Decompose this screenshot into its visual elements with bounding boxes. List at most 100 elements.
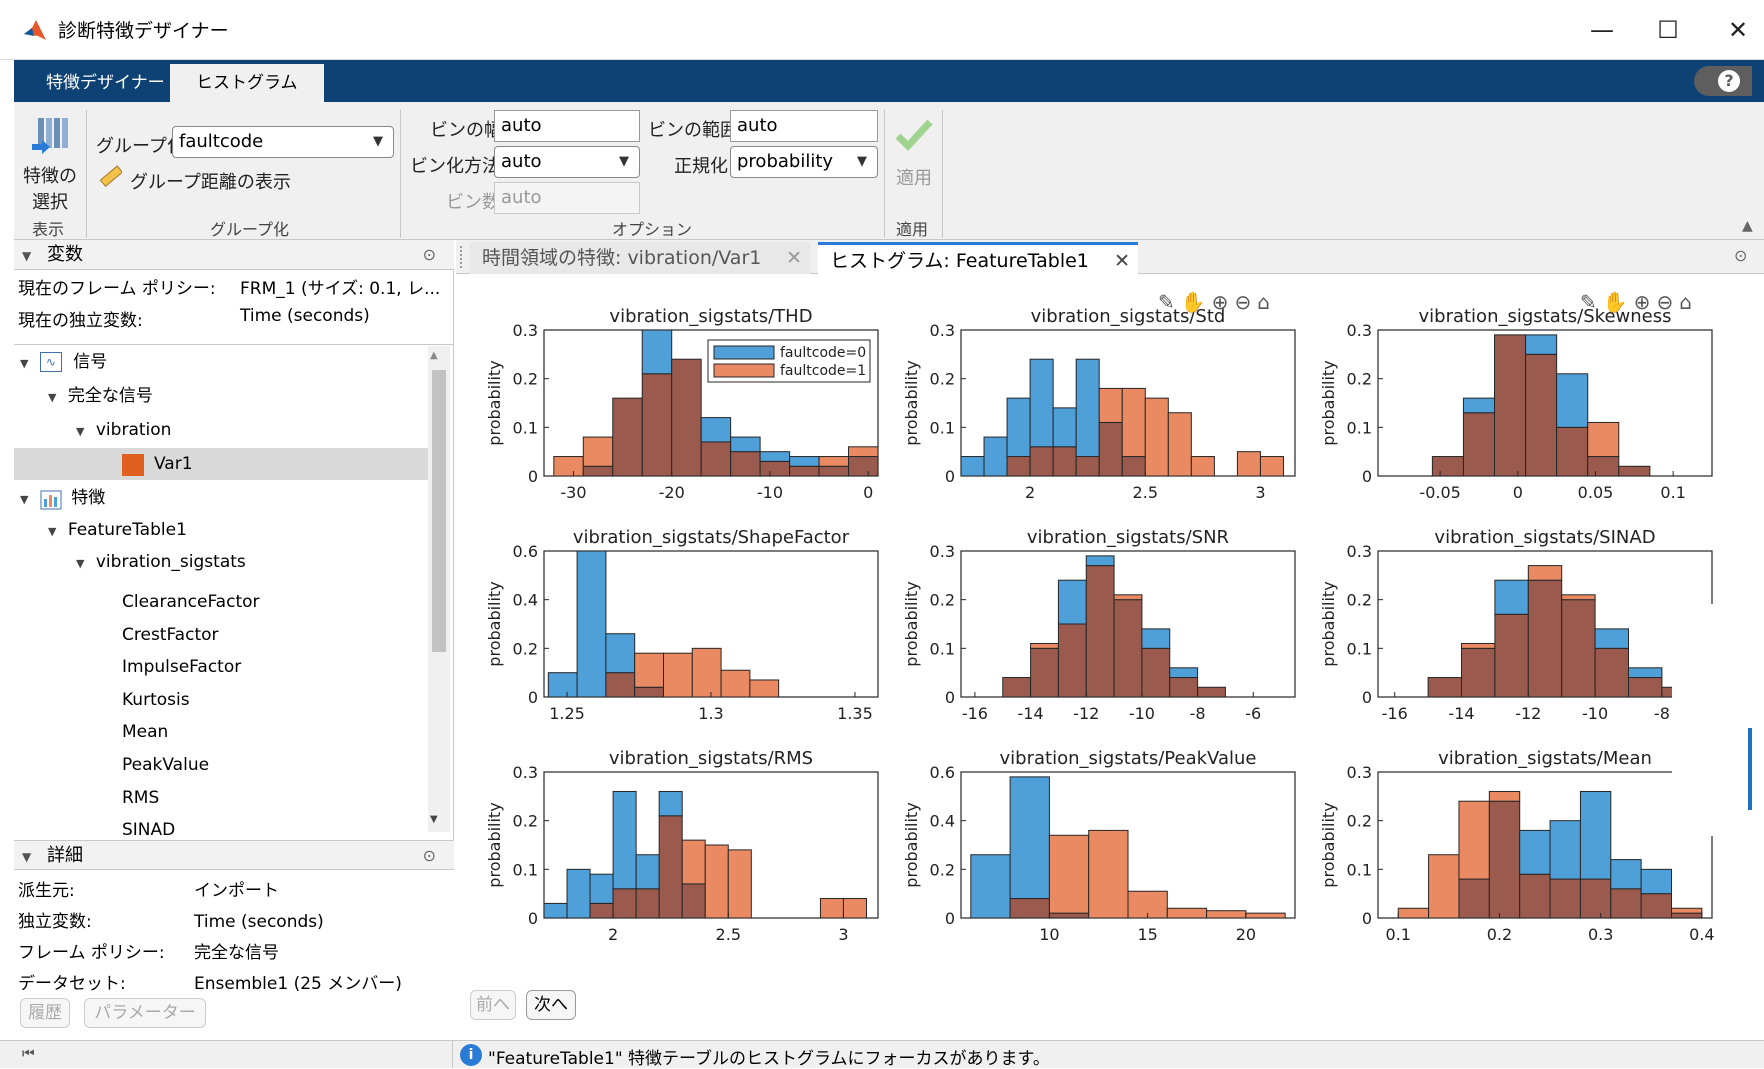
histogram-bar-overlap	[700, 441, 732, 477]
x-tick-label: -14	[1448, 704, 1474, 723]
doc-tab-time-features[interactable]: 時間領域の特徴: vibration/Var1 ✕	[470, 242, 810, 274]
x-tick-label: -16	[962, 704, 988, 723]
x-tick-label: 2	[1025, 483, 1035, 502]
histogram-bar-faultcode0	[789, 456, 820, 467]
histogram-axes: vibration_sigstats/RMS probability 0 0.1 0.2…	[485, 748, 879, 944]
close-tab-icon[interactable]: ✕	[786, 242, 802, 274]
histogram-bar-overlap	[759, 460, 791, 477]
tree-node-signals[interactable]: ▼ ∿ 信号	[20, 346, 107, 378]
brush-icon[interactable]: ✎	[1580, 290, 1603, 314]
drag-handle-icon[interactable]	[460, 246, 470, 268]
select-features-button[interactable]: 特徴の 選択	[14, 162, 86, 214]
apply-button[interactable]: 適用	[896, 164, 932, 190]
select-features-icon	[28, 114, 72, 158]
bin-range-field[interactable]: auto	[730, 110, 878, 142]
y-tick-label: 0	[1362, 688, 1372, 707]
num-bins-field[interactable]: auto	[494, 182, 640, 214]
apply-group-label: 適用	[896, 220, 929, 239]
chart-title: vibration_sigstats/PeakValue	[1000, 748, 1257, 769]
pan-icon[interactable]: ✋	[1603, 290, 1634, 314]
variable-color-icon	[122, 454, 144, 476]
pan-icon[interactable]: ✋	[1181, 290, 1212, 314]
y-tick-label: 0	[945, 909, 955, 928]
histogram-grid: vibration_sigstats/THD probability 0 0.1 0.2…	[485, 306, 1715, 944]
histogram-bar-faultcode0	[1628, 667, 1663, 679]
y-tick-label: 0.1	[1347, 418, 1372, 437]
y-axis-label: probability	[1319, 581, 1338, 666]
tree-node-var1[interactable]: Var1	[14, 448, 428, 480]
zoom-out-icon[interactable]: ⊖	[1234, 290, 1257, 314]
histogram-bar-overlap	[789, 465, 820, 477]
histogram-bar-overlap	[1561, 599, 1596, 698]
zoom-in-icon[interactable]: ⊕	[1634, 290, 1657, 314]
tree-node-sigstats[interactable]: ▼ vibration_sigstats	[76, 546, 246, 578]
histogram-bar-overlap	[818, 465, 850, 477]
group-by-dropdown[interactable]: faultcode ▼	[172, 126, 394, 158]
feature-item[interactable]: PeakValue	[122, 749, 260, 782]
feature-item[interactable]: RMS	[122, 782, 260, 815]
parameters-button[interactable]: パラメーター	[84, 998, 206, 1028]
zoom-out-icon[interactable]: ⊖	[1656, 290, 1679, 314]
feature-item[interactable]: CrestFactor	[122, 619, 260, 652]
feature-item[interactable]: Mean	[122, 716, 260, 749]
bin-method-dropdown[interactable]: auto ▼	[494, 146, 640, 178]
close-tab-icon[interactable]: ✕	[1114, 245, 1130, 277]
scroll-down-icon[interactable]: ▼	[430, 814, 438, 825]
histogram-bar-faultcode0	[1052, 407, 1077, 448]
home-icon[interactable]: ⌂	[1257, 290, 1276, 314]
y-axis-label: probability	[1319, 802, 1338, 887]
feature-item[interactable]: ClearanceFactor	[122, 586, 260, 619]
doc-menu-icon[interactable]: ⊙	[1734, 246, 1747, 265]
brush-icon[interactable]: ✎	[1158, 290, 1181, 314]
bin-width-field[interactable]: auto	[494, 110, 640, 142]
tree-node-features[interactable]: ▼ 特徴	[20, 482, 105, 514]
tab-feature-designer[interactable]: 特徴デザイナー	[20, 64, 191, 102]
doc-tab-histogram[interactable]: ヒストグラム: FeatureTable1 ✕	[818, 242, 1138, 274]
collapse-triangle-icon[interactable]: ▼	[22, 249, 31, 263]
tree-node-vibration[interactable]: ▼ vibration	[76, 414, 171, 446]
y-tick-label: 0	[945, 467, 955, 486]
tab-histogram[interactable]: ヒストグラム	[170, 64, 324, 102]
feature-item[interactable]: ImpulseFactor	[122, 651, 260, 684]
minimize-button[interactable]: —	[1578, 10, 1626, 50]
maximize-button[interactable]: ☐	[1644, 10, 1692, 50]
panel-menu-icon[interactable]: ⊙	[423, 240, 436, 270]
help-button[interactable]: ?	[1694, 66, 1752, 96]
histogram-bar-faultcode1	[1030, 642, 1059, 649]
y-axis-label: probability	[485, 581, 504, 666]
histogram-bar-overlap	[1197, 686, 1226, 698]
next-button[interactable]: 次へ	[526, 990, 576, 1020]
sigstats-label: vibration_sigstats	[95, 552, 246, 572]
normalization-dropdown[interactable]: probability ▼	[730, 146, 878, 178]
scroll-up-icon[interactable]: ▲	[430, 350, 438, 361]
tree-scrollbar[interactable]: ▲ ▼	[428, 346, 450, 832]
show-group-distance-button[interactable]: グループ距離の表示	[130, 168, 291, 194]
y-tick-label: 0.3	[1347, 321, 1372, 340]
feature-item[interactable]: Kurtosis	[122, 684, 260, 717]
normalization-value: probability	[737, 151, 834, 172]
x-tick-label: 10	[1039, 925, 1059, 944]
history-button[interactable]: 履歴	[20, 998, 70, 1028]
prev-button[interactable]: 前へ	[470, 990, 516, 1020]
histogram-bar-overlap	[1431, 456, 1464, 477]
features-label: 特徴	[71, 488, 106, 508]
overlay-accent	[1748, 728, 1752, 810]
collapse-ribbon-icon[interactable]: ▲	[1742, 218, 1753, 234]
zoom-in-icon[interactable]: ⊕	[1212, 290, 1235, 314]
indep-var-label: 現在の独立変数:	[18, 311, 143, 331]
histogram-bar-overlap	[1525, 353, 1558, 477]
y-tick-label: 0.3	[513, 763, 538, 782]
collapse-triangle-icon[interactable]: ▼	[22, 850, 31, 864]
x-tick-label: 0.4	[1689, 925, 1714, 944]
histogram-bar-overlap	[1549, 878, 1581, 919]
home-icon[interactable]: ⌂	[1679, 290, 1698, 314]
y-tick-label: 0	[945, 688, 955, 707]
histogram-axes: vibration_sigstats/PeakValue probability 0…	[902, 748, 1296, 944]
tree-node-feature-table[interactable]: ▼ FeatureTable1	[48, 514, 187, 546]
y-tick-label: 0	[528, 688, 538, 707]
panel-menu-icon[interactable]: ⊙	[423, 841, 436, 871]
x-tick-label: -14	[1018, 704, 1044, 723]
close-button[interactable]: ✕	[1714, 10, 1762, 50]
scrollbar-thumb[interactable]	[432, 370, 446, 652]
tree-node-full-signal[interactable]: ▼ 完全な信号	[48, 380, 153, 412]
